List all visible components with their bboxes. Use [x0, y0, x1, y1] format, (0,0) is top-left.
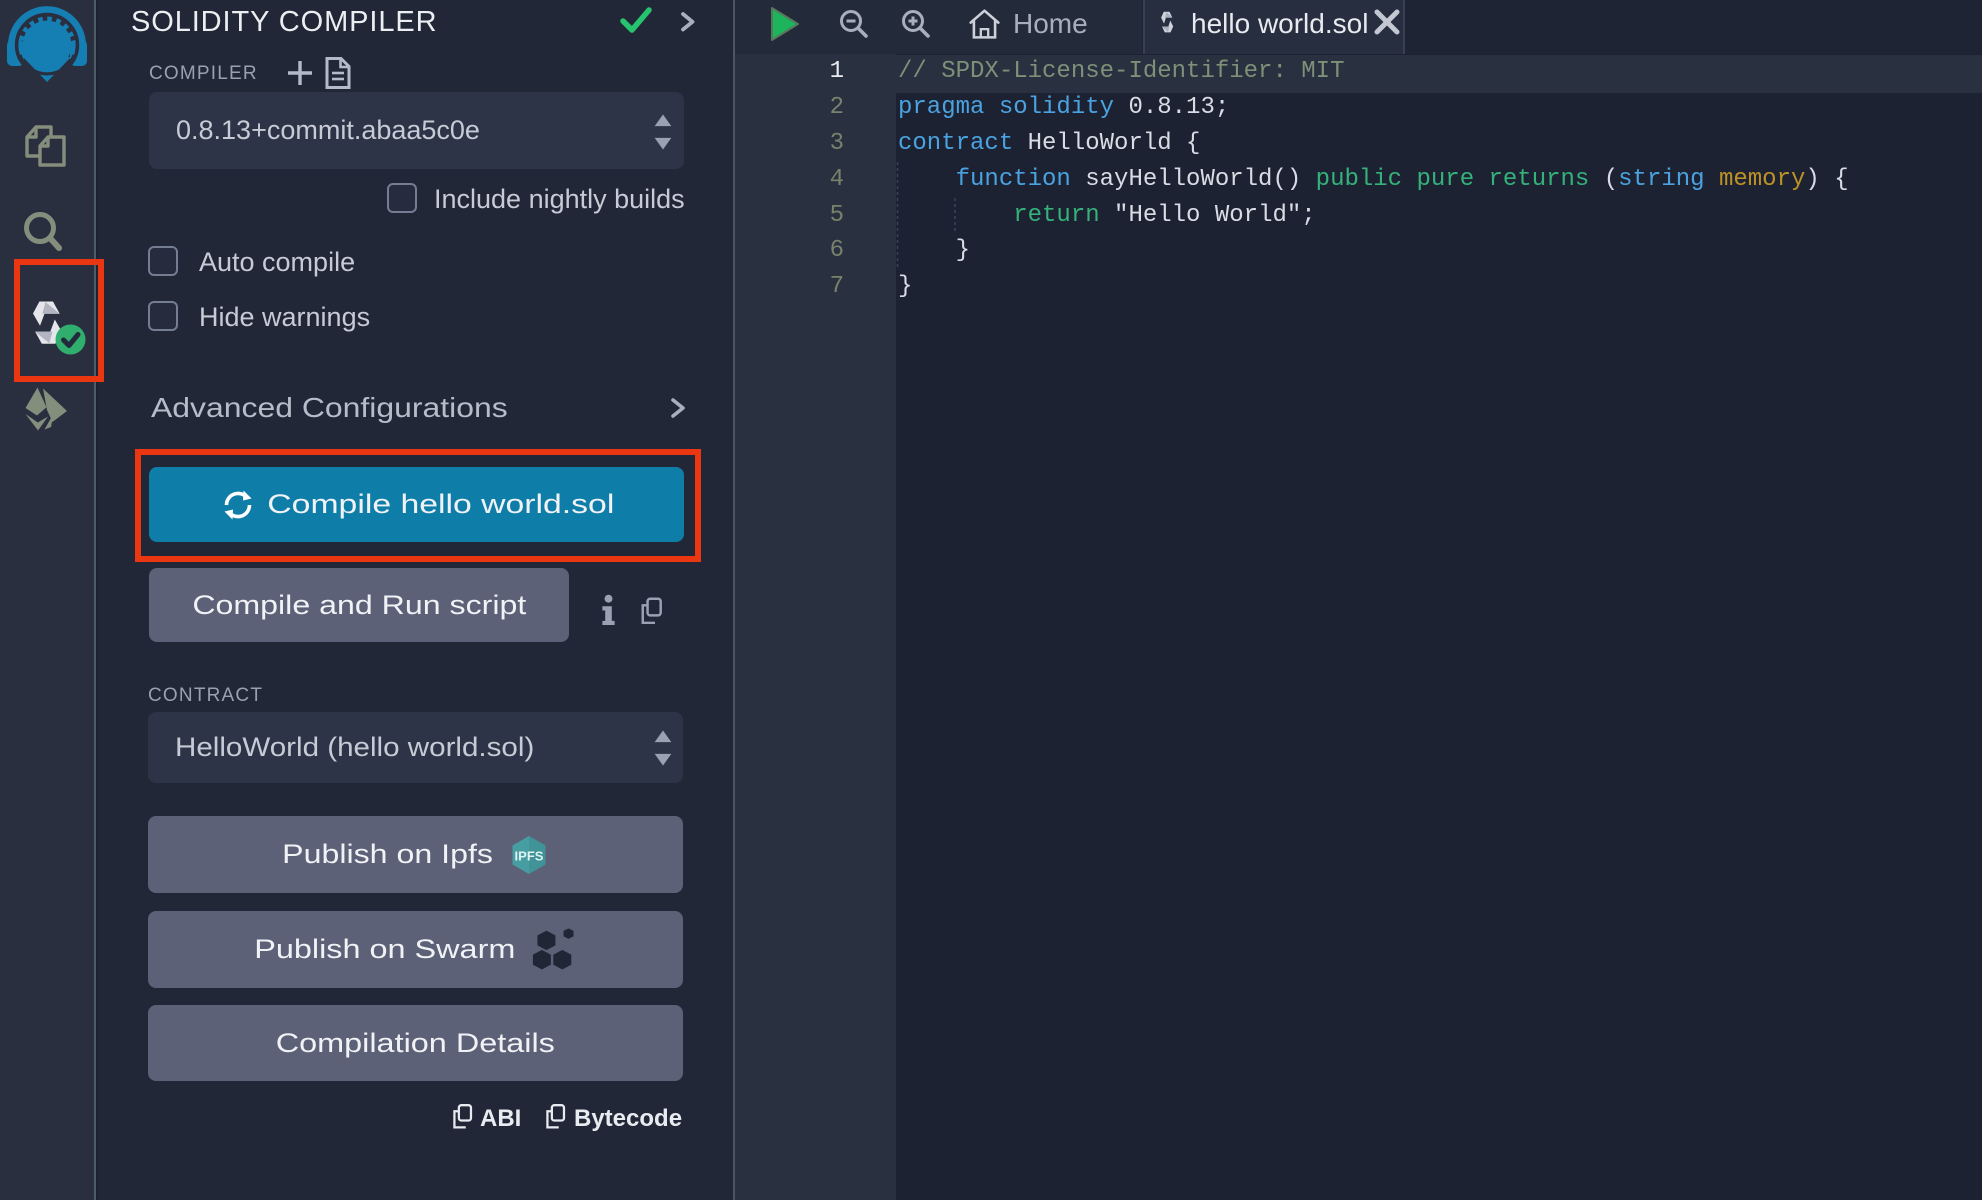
svg-text:IPFS: IPFS: [515, 849, 544, 864]
